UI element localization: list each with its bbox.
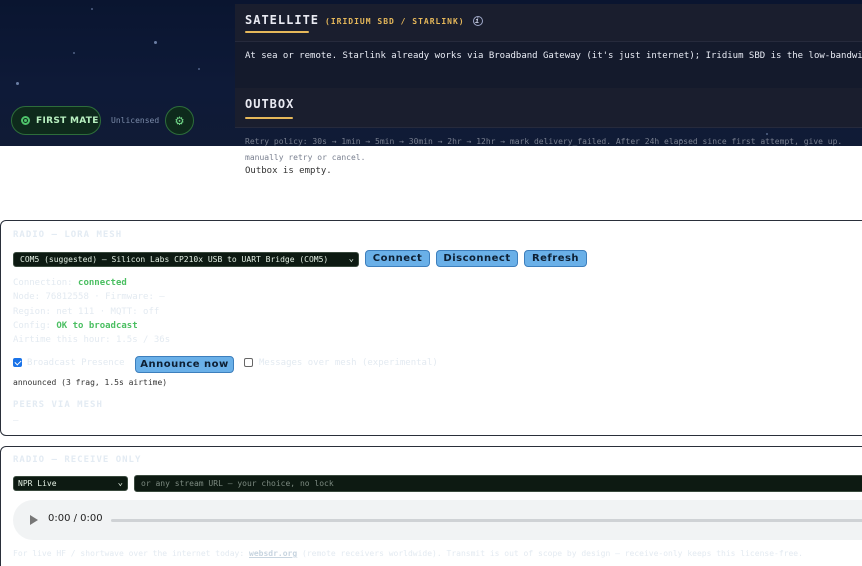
connection-value: connected: [78, 278, 127, 288]
chevron-down-icon: ⌄: [117, 478, 123, 488]
time-display: 0:00 / 0:00: [48, 513, 103, 524]
settings-button[interactable]: ⚙: [165, 106, 194, 135]
play-icon[interactable]: [30, 515, 38, 525]
peers-empty: —: [13, 416, 19, 426]
node-line: Node: 76812558 · Firmware: —: [13, 292, 165, 302]
satellite-title: SATELLITE: [245, 13, 320, 27]
messages-over-mesh-label: Messages over mesh (experimental): [259, 358, 438, 368]
config-value: OK to broadcast: [56, 321, 138, 331]
region-line: Region: net 111 · MQTT: off: [13, 307, 160, 317]
broadcast-presence-checkbox[interactable]: [13, 358, 22, 367]
star-decoration: [73, 52, 75, 54]
star-decoration: [154, 41, 157, 44]
refresh-button[interactable]: Refresh: [524, 250, 587, 267]
stream-url-input[interactable]: or any stream URL — your choice, no lock: [134, 475, 862, 492]
disconnect-button[interactable]: Disconnect: [436, 250, 518, 267]
port-select[interactable]: COM5 (suggested) — Silicon Labs CP210x U…: [13, 252, 359, 267]
satellite-panel-header: SATELLITE (IRIDIUM SBD / STARLINK) i: [235, 4, 862, 42]
retry-policy-text: Retry policy: 30s → 1min → 5min → 30min …: [245, 137, 843, 162]
config-key: Config:: [13, 321, 51, 331]
satellite-subtitle: (IRIDIUM SBD / STARLINK): [325, 17, 465, 26]
connection-status: Connection: connected: [13, 278, 127, 288]
title-underline: [245, 117, 293, 119]
messages-over-mesh-checkbox[interactable]: [244, 358, 253, 367]
star-decoration: [91, 8, 93, 10]
footnote: For live HF / shortwave over the interne…: [13, 549, 803, 558]
satellite-panel-body: At sea or remote. Starlink already works…: [235, 42, 862, 88]
audio-player: 0:00 / 0:00: [13, 500, 862, 540]
connection-key: Connection:: [13, 278, 73, 288]
announce-now-button[interactable]: Announce now: [135, 356, 234, 373]
first-mate-label: FIRST MATE: [36, 115, 99, 126]
license-status: Unlicensed: [111, 116, 160, 125]
broadcast-presence-label: Broadcast Presence: [27, 358, 125, 368]
receive-card-title: RADIO — RECEIVE ONLY: [13, 455, 142, 465]
stream-select[interactable]: NPR Live ⌄: [13, 476, 128, 491]
starfield-header: FIRST MATE Unlicensed ⚙ SATELLITE (IRIDIU…: [0, 0, 862, 146]
satellite-description: At sea or remote. Starlink already works…: [245, 51, 862, 61]
receive-only-card: RADIO — RECEIVE ONLY NPR Live ⌄ or any s…: [0, 446, 862, 566]
gear-icon: ⚙: [175, 112, 184, 129]
port-select-value: COM5 (suggested) — Silicon Labs CP210x U…: [20, 255, 329, 264]
seek-bar[interactable]: [111, 519, 862, 522]
outbox-title: OUTBOX: [245, 97, 295, 111]
lora-mesh-card: RADIO — LORA MESH COM5 (suggested) — Sil…: [0, 220, 862, 436]
outbox-empty-text: Outbox is empty.: [245, 166, 332, 176]
airtime-line: Airtime this hour: 1.5s / 36s: [13, 335, 171, 345]
websdr-link[interactable]: websdr.org: [249, 549, 297, 558]
radio-target-icon: [21, 116, 30, 125]
footnote-suffix: (remote receivers worldwide). Transmit i…: [297, 549, 803, 558]
title-underline: [245, 31, 309, 33]
footnote-prefix: For live HF / shortwave over the interne…: [13, 549, 250, 558]
star-decoration: [16, 82, 19, 85]
config-status: Config: OK to broadcast: [13, 321, 138, 331]
peers-title: PEERS VIA MESH: [13, 400, 103, 410]
announced-status: announced (3 frag, 1.5s airtime): [13, 378, 168, 387]
connect-button[interactable]: Connect: [365, 250, 430, 267]
chevron-down-icon: ⌄: [348, 254, 354, 264]
outbox-panel-header: OUTBOX: [235, 88, 862, 128]
star-decoration: [198, 68, 200, 70]
stream-select-value: NPR Live: [18, 479, 57, 488]
first-mate-button[interactable]: FIRST MATE: [11, 106, 101, 135]
lora-card-title: RADIO — LORA MESH: [13, 230, 123, 240]
info-icon[interactable]: i: [472, 16, 483, 26]
